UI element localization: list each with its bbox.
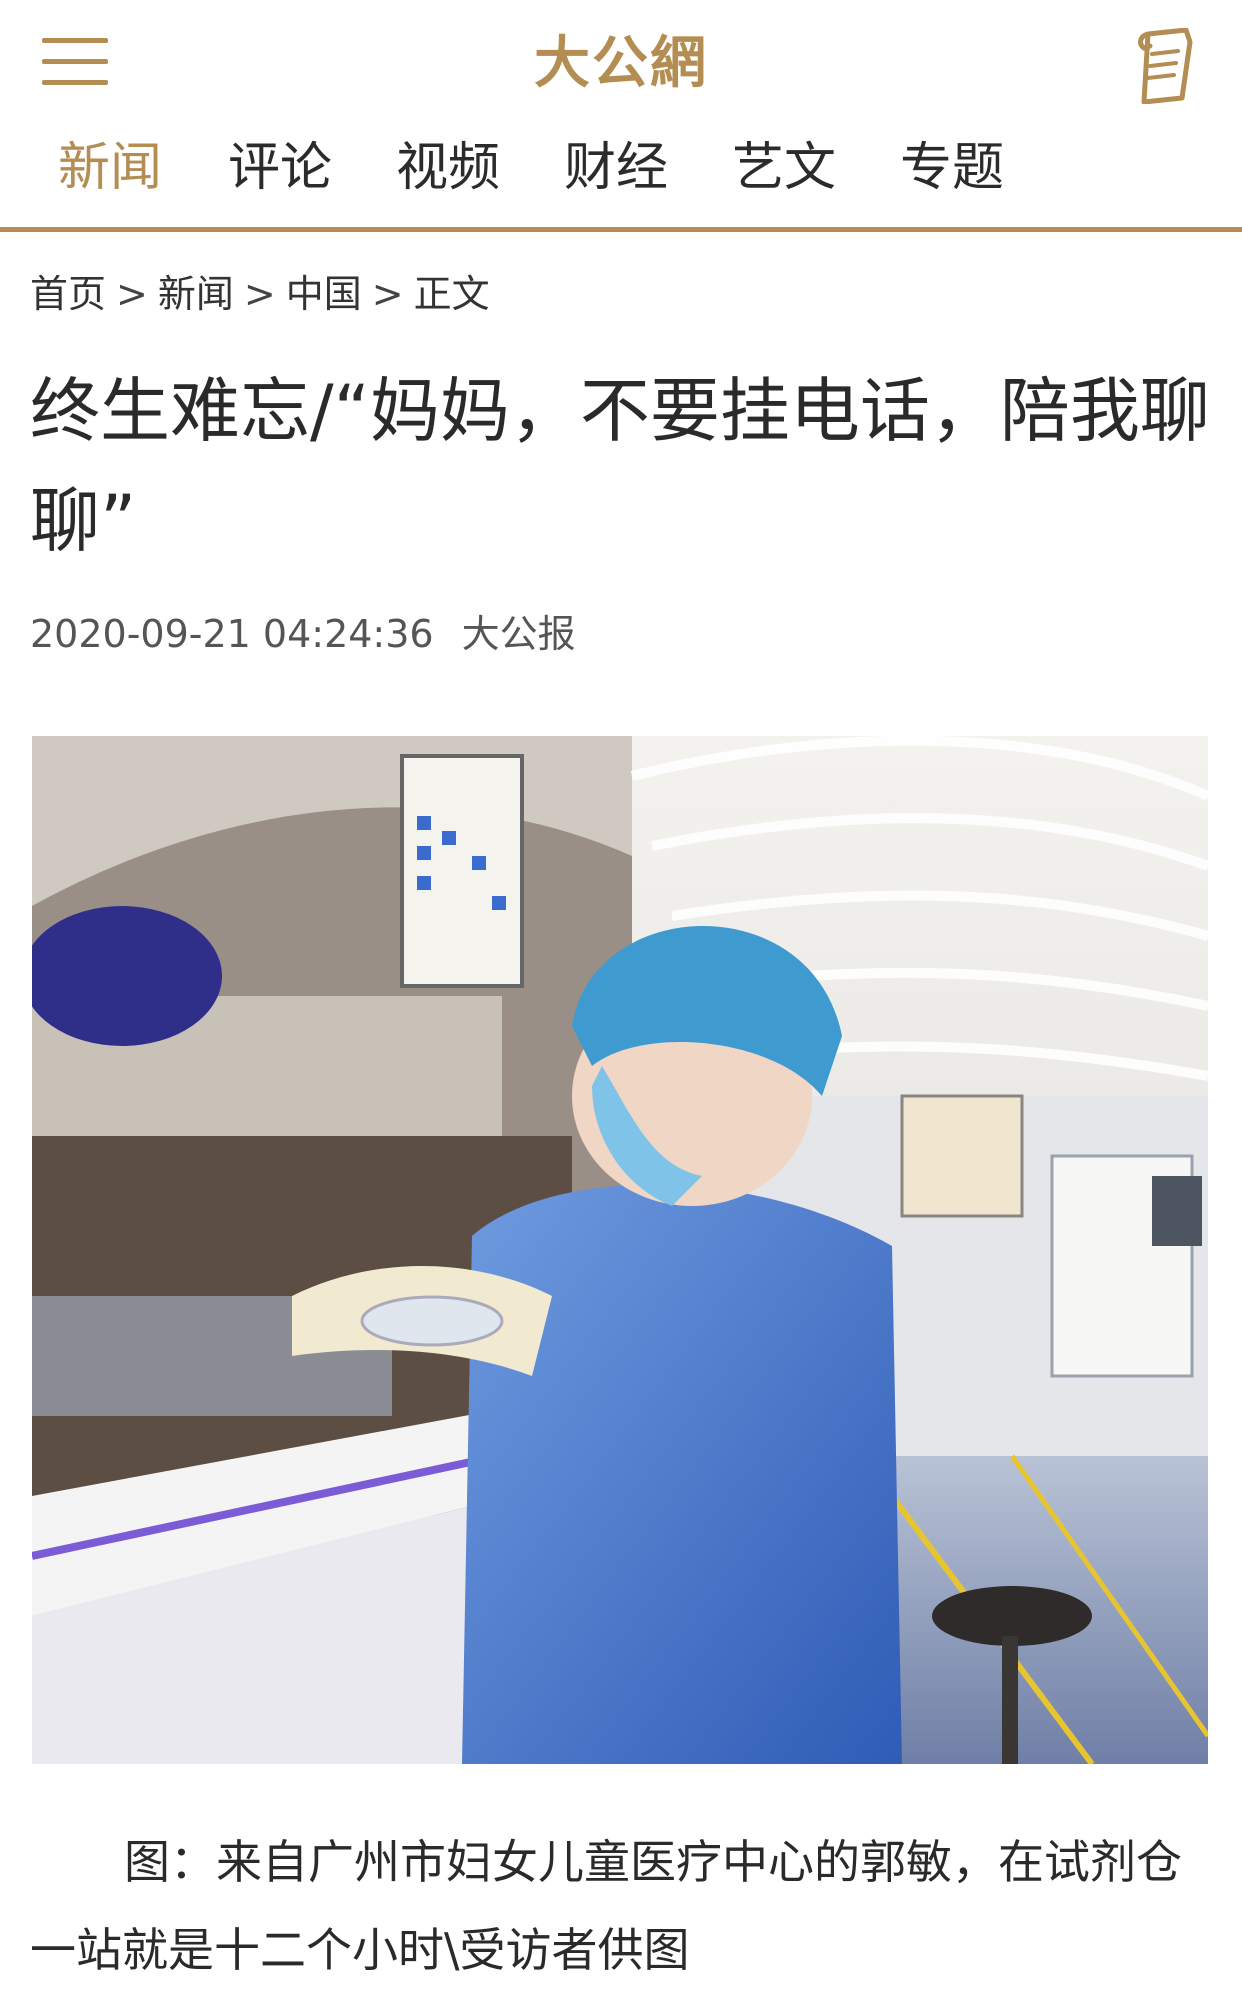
menu-bar xyxy=(42,59,108,64)
breadcrumb-china[interactable]: 中国 xyxy=(286,272,362,316)
nav-item-finance[interactable]: 财经 xyxy=(564,130,668,206)
breadcrumb: 首页 > 新闻 > 中国 > 正文 xyxy=(30,266,490,322)
logo-text: 大公網 xyxy=(534,30,708,96)
article-photo xyxy=(32,736,1208,1764)
menu-bar xyxy=(42,38,108,43)
header-divider xyxy=(0,227,1242,232)
breadcrumb-home[interactable]: 首页 xyxy=(30,272,106,316)
photo-caption: 图：来自广州市妇女儿童医疗中心的郭敏，在试剂仓一站就是十二个小时\受访者供图 xyxy=(30,1835,1182,1977)
breadcrumb-news[interactable]: 新闻 xyxy=(158,272,234,316)
article-source: 大公报 xyxy=(461,612,576,656)
site-header: 大公網 新闻 评论 视频 财经 艺文 专题 xyxy=(0,0,1242,232)
article-datetime: 2020-09-21 04:24:36 xyxy=(30,612,434,656)
hamburger-menu-icon[interactable] xyxy=(42,34,108,90)
breadcrumb-separator: > xyxy=(116,272,148,316)
article-title: 终生难忘/“妈妈，不要挂电话，陪我聊聊” xyxy=(30,370,1210,562)
nav-item-arts[interactable]: 艺文 xyxy=(732,130,836,206)
category-nav: 新闻 评论 视频 财经 艺文 专题 xyxy=(0,130,1242,206)
nav-item-news[interactable]: 新闻 xyxy=(58,130,162,206)
article-meta: 2020-09-21 04:24:36 大公报 xyxy=(30,606,576,662)
newspaper-icon[interactable] xyxy=(1134,27,1196,105)
nav-item-video[interactable]: 视频 xyxy=(396,130,500,206)
breadcrumb-separator: > xyxy=(243,272,276,316)
nav-item-opinion[interactable]: 评论 xyxy=(228,130,332,206)
site-logo[interactable]: 大公網 xyxy=(490,30,752,96)
nav-item-topics[interactable]: 专题 xyxy=(900,130,1004,206)
breadcrumb-current: 正文 xyxy=(413,272,490,316)
breadcrumb-separator: > xyxy=(371,272,404,316)
menu-bar xyxy=(42,80,108,85)
